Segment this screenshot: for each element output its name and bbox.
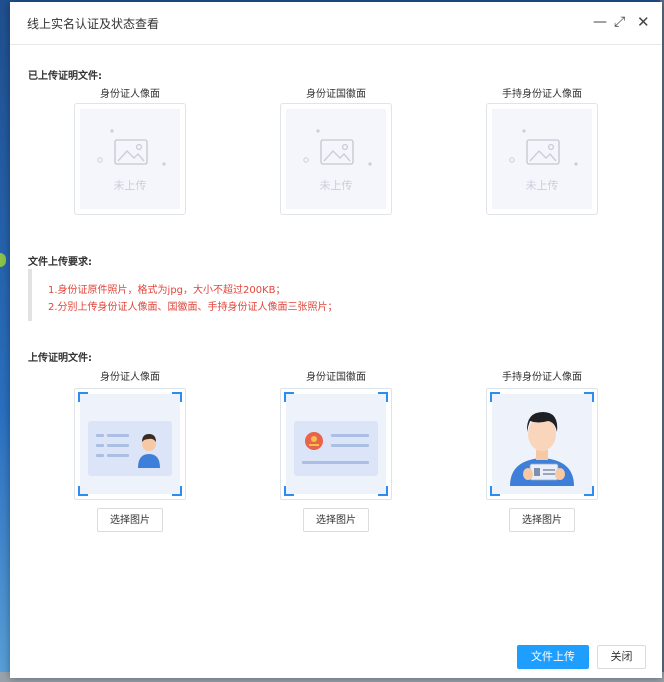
uploaded-thumb-handheld: 未上传 — [486, 103, 598, 215]
frame-corner — [172, 486, 182, 496]
frame-corner — [584, 392, 594, 402]
uploaded-label-back: 身份证国徽面 — [306, 89, 366, 100]
frame-corner — [78, 486, 88, 496]
upload-area-back[interactable] — [280, 388, 392, 500]
upload-label-front: 身份证人像面 — [100, 372, 160, 383]
maximize-icon[interactable]: ⤢ — [614, 13, 625, 31]
image-placeholder-icon — [509, 129, 578, 166]
id-card-emblem-icon — [294, 421, 378, 476]
choose-image-handheld-button[interactable]: 选择图片 — [509, 508, 575, 532]
requirement-line: 1.身份证原件照片，格式为jpg，大小不超过200KB； — [48, 285, 286, 296]
uploaded-label-handheld: 手持身份证人像面 — [502, 89, 582, 100]
close-icon[interactable]: ✕ — [637, 13, 650, 31]
frame-corner — [584, 486, 594, 496]
frame-corner — [490, 392, 500, 402]
frame-corner — [284, 486, 294, 496]
verification-dialog: 线上实名认证及状态查看 — ⤢ ✕ 已上传证明文件: 身份证人像面 身份证国徽面… — [10, 2, 662, 678]
choose-image-front-button[interactable]: 选择图片 — [97, 508, 163, 532]
minimize-icon[interactable]: — — [593, 13, 607, 31]
uploaded-files-heading: 已上传证明文件: — [28, 71, 102, 82]
requirement-line: 2.分别上传身份证人像面、国徽面、手持身份证人像面三张照片； — [48, 302, 338, 313]
upload-label-handheld: 手持身份证人像面 — [502, 372, 582, 383]
frame-corner — [172, 392, 182, 402]
upload-label-back: 身份证国徽面 — [306, 372, 366, 383]
frame-corner — [378, 486, 388, 496]
id-card-portrait-icon — [88, 421, 172, 476]
uploaded-thumb-front: 未上传 — [74, 103, 186, 215]
requirements-heading: 文件上传要求: — [28, 257, 92, 268]
dialog-title: 线上实名认证及状态查看 — [27, 17, 160, 31]
not-uploaded-text: 未上传 — [525, 179, 559, 192]
id-front-sample — [80, 394, 180, 494]
person-holding-id-icon — [510, 412, 574, 486]
requirements-box: 1.身份证原件照片，格式为jpg，大小不超过200KB； 2.分别上传身份证人像… — [28, 269, 636, 321]
handheld-id-sample — [492, 394, 592, 494]
not-uploaded-text: 未上传 — [319, 179, 353, 192]
upload-area-handheld[interactable] — [486, 388, 598, 500]
file-upload-button[interactable]: 文件上传 — [517, 645, 589, 669]
uploaded-label-front: 身份证人像面 — [100, 89, 160, 100]
frame-corner — [378, 392, 388, 402]
not-uploaded-text: 未上传 — [113, 179, 147, 192]
dialog-titlebar: 线上实名认证及状态查看 — ⤢ ✕ — [10, 2, 662, 45]
upload-area-front[interactable] — [74, 388, 186, 500]
close-button[interactable]: 关闭 — [597, 645, 646, 669]
frame-corner — [78, 392, 88, 402]
uploaded-thumb-back: 未上传 — [280, 103, 392, 215]
frame-corner — [284, 392, 294, 402]
image-placeholder-icon — [97, 129, 166, 166]
image-placeholder-icon — [303, 129, 372, 166]
choose-image-back-button[interactable]: 选择图片 — [303, 508, 369, 532]
upload-files-heading: 上传证明文件: — [28, 353, 92, 364]
frame-corner — [490, 486, 500, 496]
id-back-sample — [286, 394, 386, 494]
